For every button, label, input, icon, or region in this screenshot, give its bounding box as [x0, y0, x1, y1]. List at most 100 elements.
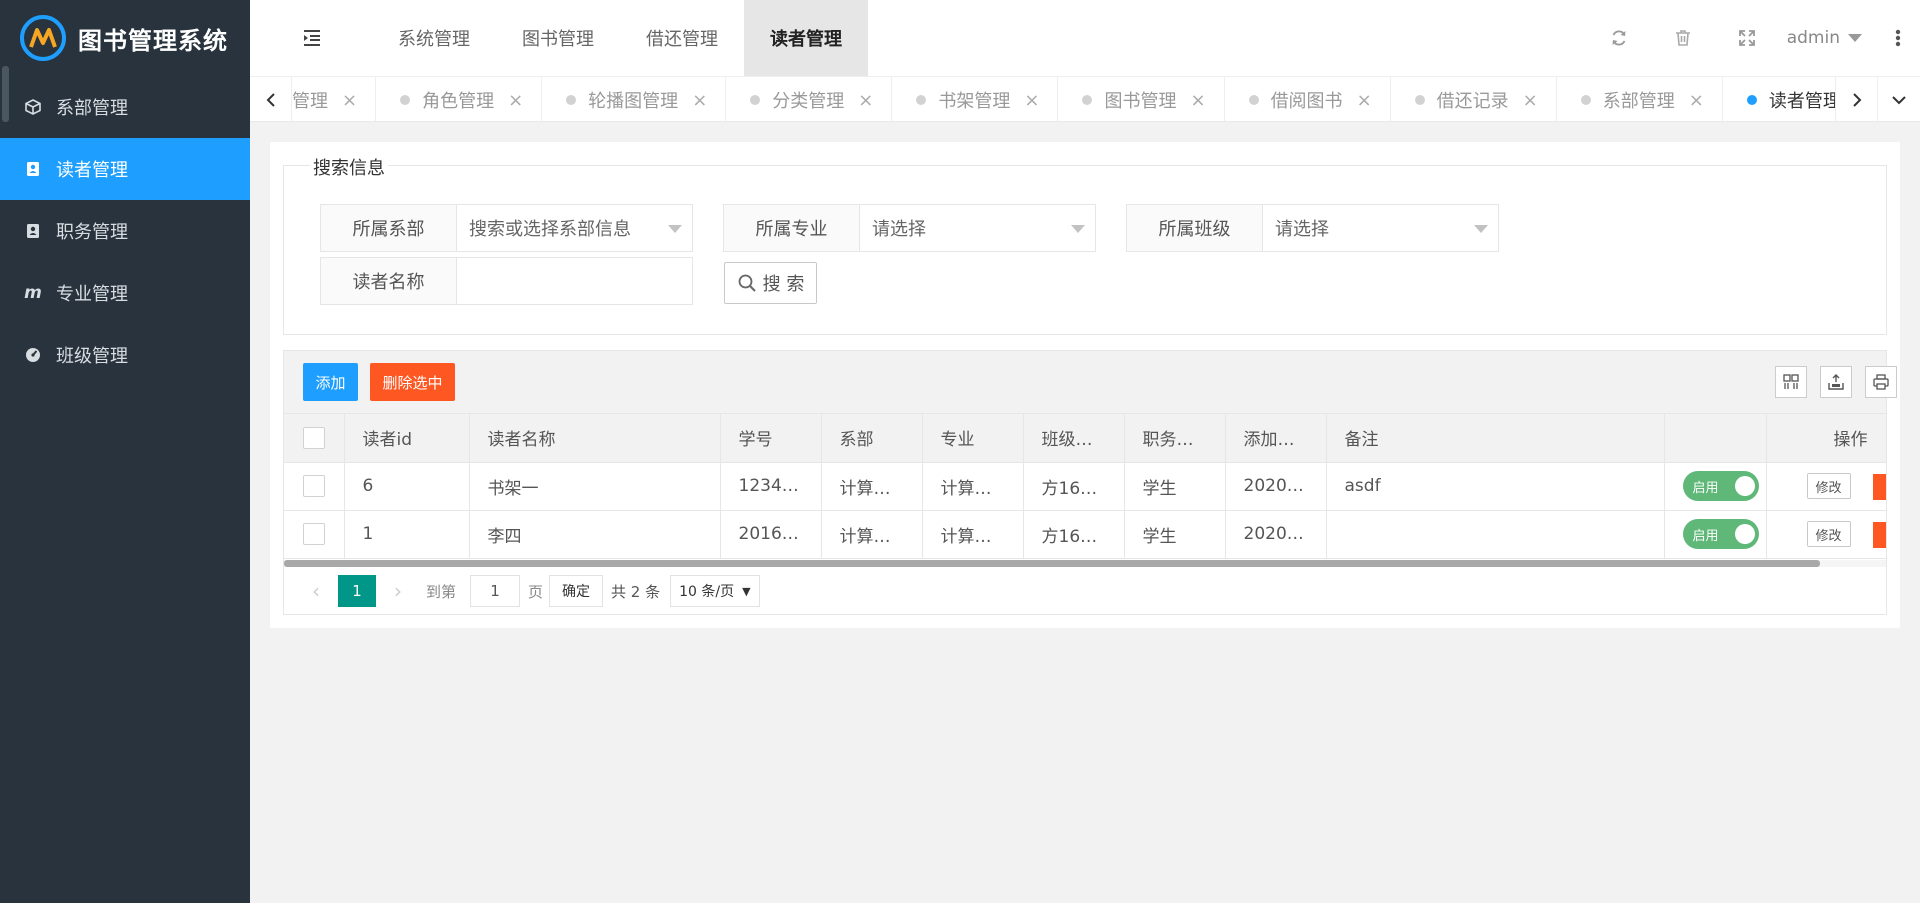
print-icon[interactable] [1865, 366, 1897, 398]
refresh-icon[interactable] [1587, 0, 1651, 76]
reader-name-input[interactable] [457, 257, 693, 305]
sidebar-item-reader[interactable]: 读者管理 [0, 138, 250, 200]
sidebar-item-label: 专业管理 [56, 284, 128, 305]
top-nav-reader[interactable]: 读者管理 [744, 0, 868, 76]
edit-button[interactable]: 修改 [1806, 473, 1851, 499]
tab-item[interactable]: 借阅图书 × [1225, 77, 1391, 121]
tab-item[interactable]: 系部管理 × [1557, 77, 1723, 121]
sidebar-item-label: 班级管理 [56, 346, 128, 367]
tab-item[interactable]: 轮播图管理 × [542, 77, 727, 121]
table-cell: 方16… [1023, 462, 1125, 511]
columns-icon[interactable] [1775, 366, 1807, 398]
table-cell [1326, 510, 1665, 559]
close-icon[interactable]: × [1357, 90, 1372, 111]
search-legend: 搜索信息 [310, 154, 388, 180]
table-row: 1 李四 2016… 计算… 计算… 方16… 学生 2020-… 启用 修改 [284, 510, 1887, 559]
sidebar-item-dept[interactable]: 系部管理 [0, 76, 250, 138]
status-cell: 启用 [1664, 462, 1767, 511]
status-toggle[interactable]: 启用 [1682, 471, 1759, 501]
row-checkbox[interactable] [302, 475, 325, 497]
scrollbar-thumb[interactable] [284, 560, 1820, 567]
close-icon[interactable]: × [1523, 90, 1538, 111]
sidebar-item-major[interactable]: m 专业管理 [0, 262, 250, 324]
prev-page-icon[interactable]: ‹ [298, 575, 334, 607]
table-cell: 6 [344, 462, 470, 511]
next-page-icon[interactable]: › [380, 575, 416, 607]
top-nav-borrow[interactable]: 借还管理 [620, 0, 744, 76]
goto-page-input[interactable]: 1 [470, 575, 521, 607]
table-header-cell: 专业 [922, 414, 1024, 463]
sidebar-item-class[interactable]: 班级管理 [0, 324, 250, 386]
status-toggle[interactable]: 启用 [1682, 519, 1759, 549]
current-page[interactable]: 1 [338, 575, 376, 607]
user-menu[interactable]: admin [1779, 0, 1876, 76]
table-header-cell: 备注 [1326, 414, 1665, 463]
row-delete-button[interactable] [1872, 521, 1885, 548]
add-button[interactable]: 添加 [303, 363, 358, 401]
contact-card-icon [24, 160, 42, 178]
table-header-cell: 班级… [1023, 414, 1125, 463]
chevron-down-icon[interactable] [1877, 77, 1919, 121]
table-header-cell: 操作 [1766, 414, 1887, 463]
tab-dot-icon [1580, 95, 1591, 105]
dept-select[interactable]: 搜索或选择系部信息 [457, 204, 693, 252]
row-checkbox-cell [284, 510, 345, 559]
tab-dot-icon [1414, 95, 1425, 105]
row-checkbox[interactable] [302, 523, 325, 545]
tab-item[interactable]: 书架管理 × [892, 77, 1059, 121]
dashboard-icon [24, 346, 42, 364]
tab-label: 书架管理 [938, 91, 1011, 112]
menu-toggle-icon[interactable] [302, 29, 322, 47]
major-select[interactable]: 请选择 [860, 204, 1096, 252]
close-icon[interactable]: × [1689, 90, 1704, 111]
tab-dot-icon [1082, 95, 1093, 105]
page-size-select[interactable]: 10 条/页 ▼ [670, 575, 760, 607]
close-icon[interactable]: × [508, 90, 523, 111]
trash-icon[interactable] [1651, 0, 1715, 76]
goto-confirm-button[interactable]: 确定 [549, 575, 604, 607]
search-button[interactable]: 搜 索 [724, 262, 817, 304]
table-cell: 李四 [469, 510, 721, 559]
delete-selected-button[interactable]: 删除选中 [370, 363, 455, 401]
top-nav-system[interactable]: 系统管理 [372, 0, 496, 76]
table-header-cell [1664, 414, 1767, 463]
tab-item[interactable]: 管理 × [292, 77, 377, 121]
caret-down-icon [1071, 225, 1085, 233]
tab-item[interactable]: 角色管理 × [376, 77, 543, 121]
fullscreen-icon[interactable] [1715, 0, 1779, 76]
chevron-right-icon[interactable] [1835, 77, 1877, 121]
table-header-cell: 职务… [1124, 414, 1226, 463]
horizontal-scrollbar[interactable] [284, 560, 1886, 567]
close-icon[interactable]: × [1190, 90, 1205, 111]
class-select[interactable]: 请选择 [1263, 204, 1499, 252]
caret-down-icon [1474, 225, 1488, 233]
close-icon[interactable]: × [1024, 90, 1039, 111]
export-icon[interactable] [1820, 366, 1852, 398]
close-icon[interactable]: × [342, 90, 357, 111]
tab-strip: 管理 × 角色管理 × 轮播图管理 × 分类管理 × 书架管理 × 图书管理 × 借阅图书 ×… [250, 76, 1920, 122]
close-icon[interactable]: × [692, 90, 707, 111]
m-letter-icon: m [24, 283, 42, 303]
tab-item[interactable]: 图书管理 × [1058, 77, 1225, 121]
tab-item[interactable]: 分类管理 × [726, 77, 893, 121]
row-delete-button[interactable] [1872, 473, 1885, 500]
edit-button[interactable]: 修改 [1806, 521, 1851, 547]
tab-label: 角色管理 [422, 91, 495, 112]
chevron-left-icon[interactable] [250, 77, 292, 121]
tab-item[interactable]: 借还记录 × [1391, 77, 1557, 121]
search-icon [737, 273, 757, 293]
top-nav-books[interactable]: 图书管理 [496, 0, 620, 76]
toggle-knob [1734, 524, 1755, 544]
tab-label: 管理 [292, 91, 328, 112]
caret-down-icon [668, 225, 682, 233]
search-button-label: 搜 索 [762, 274, 805, 295]
more-vertical-icon[interactable] [1876, 0, 1920, 76]
close-icon[interactable]: × [858, 90, 873, 111]
tab-dot-icon [566, 95, 577, 105]
table-cell: 2020-… [1225, 510, 1327, 559]
select-all-checkbox[interactable] [302, 426, 325, 449]
sidebar-item-duty[interactable]: 职务管理 [0, 200, 250, 262]
tab-label: 分类管理 [772, 91, 845, 112]
tabs-track: 管理 × 角色管理 × 轮播图管理 × 分类管理 × 书架管理 × 图书管理 × 借阅图书 ×… [292, 77, 1889, 121]
dept-form-item: 所属系部 搜索或选择系部信息 [320, 204, 693, 252]
